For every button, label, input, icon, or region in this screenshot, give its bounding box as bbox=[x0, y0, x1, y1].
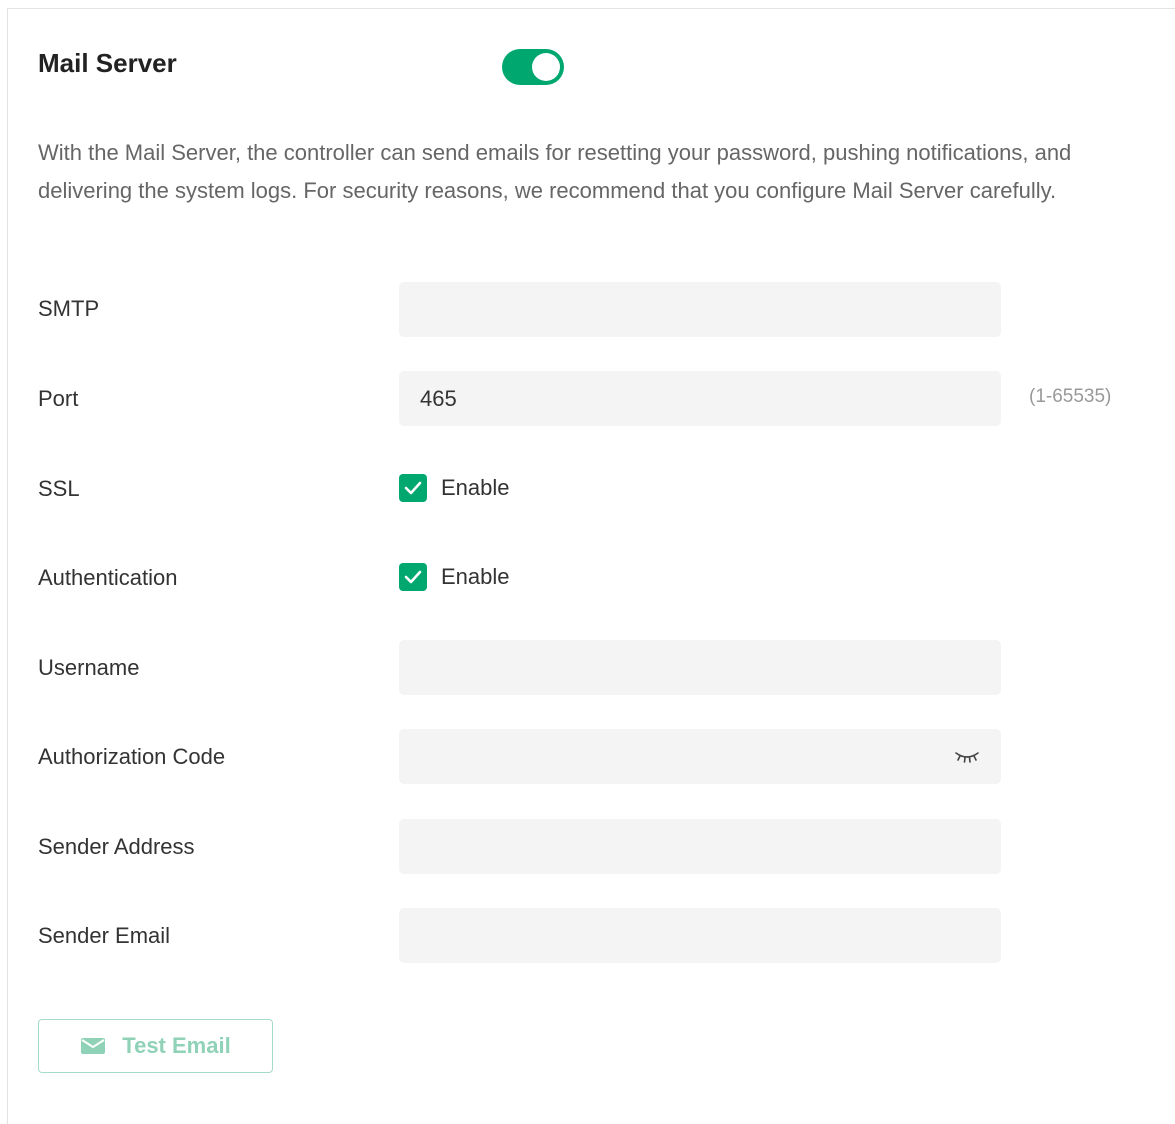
ssl-enable-row: Enable bbox=[399, 474, 510, 502]
authentication-enable-label: Enable bbox=[441, 564, 510, 589]
username-label: Username bbox=[38, 655, 140, 680]
toggle-knob bbox=[532, 53, 560, 81]
test-email-button[interactable]: Test Email bbox=[38, 1019, 273, 1073]
authentication-enable-checkbox[interactable] bbox=[399, 563, 427, 591]
check-icon bbox=[404, 570, 422, 584]
ssl-enable-label: Enable bbox=[441, 475, 510, 500]
test-email-label: Test Email bbox=[122, 1033, 231, 1058]
authentication-enable-row: Enable bbox=[399, 563, 510, 591]
smtp-label: SMTP bbox=[38, 296, 100, 321]
sender-address-label: Sender Address bbox=[38, 834, 195, 859]
mail-server-toggle[interactable] bbox=[502, 49, 564, 85]
sender-address-input[interactable] bbox=[399, 819, 1001, 874]
authorization-code-input[interactable] bbox=[399, 729, 1001, 784]
eye-closed-icon[interactable] bbox=[953, 747, 981, 765]
smtp-input[interactable] bbox=[399, 282, 1001, 337]
section-title: Mail Server bbox=[38, 48, 177, 78]
mail-icon bbox=[80, 1036, 106, 1056]
ssl-enable-checkbox[interactable] bbox=[399, 474, 427, 502]
sender-email-label: Sender Email bbox=[38, 923, 171, 948]
port-label: Port bbox=[38, 386, 79, 411]
check-icon bbox=[404, 481, 422, 495]
sender-email-input[interactable] bbox=[399, 908, 1001, 963]
section-description: With the Mail Server, the controller can… bbox=[38, 140, 1072, 203]
username-input[interactable] bbox=[399, 640, 1001, 695]
port-range-hint: (1-65535) bbox=[1029, 386, 1112, 407]
authentication-label: Authentication bbox=[38, 565, 178, 590]
ssl-label: SSL bbox=[38, 476, 80, 501]
authorization-code-label: Authorization Code bbox=[38, 744, 226, 769]
port-input[interactable]: 465 bbox=[399, 371, 1001, 426]
